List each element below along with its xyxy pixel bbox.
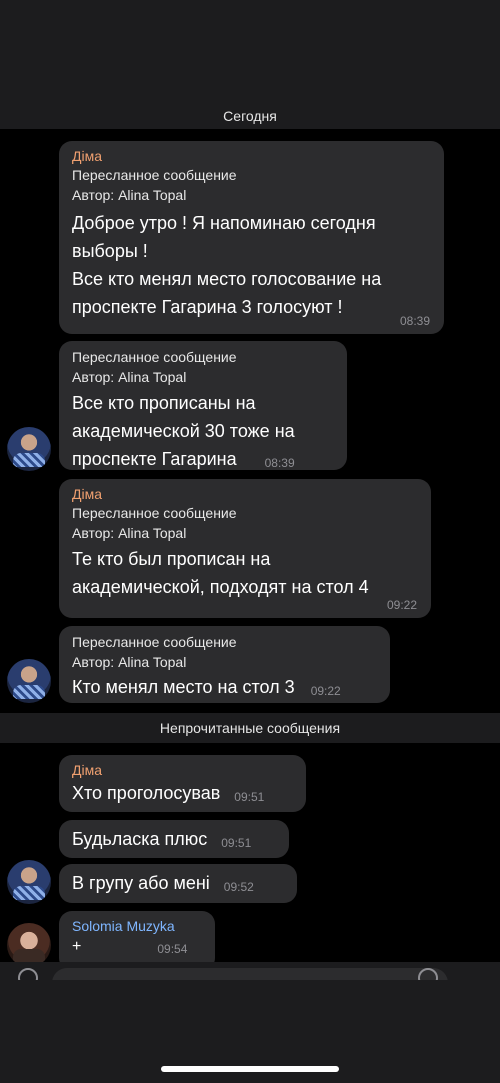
sender-name[interactable]: Діма bbox=[72, 761, 294, 779]
message-bubble[interactable]: Діма Пересланное сообщение Автор: Alina … bbox=[59, 141, 444, 334]
forwarded-author[interactable]: Автор: Alina Topal bbox=[72, 523, 419, 543]
message-time: 09:54 bbox=[157, 942, 188, 956]
message-text-line: выборы ! bbox=[72, 241, 148, 261]
message-time: 09:51 bbox=[234, 790, 265, 804]
message-input[interactable] bbox=[52, 968, 448, 980]
message-text-line: Будьласка плюс 09:51 bbox=[72, 825, 277, 857]
composer-bar bbox=[0, 962, 500, 980]
sender-name[interactable]: Діма bbox=[72, 485, 419, 503]
message-bubble[interactable]: Будьласка плюс 09:51 bbox=[59, 820, 289, 858]
unread-divider-label: Непрочитанные сообщения bbox=[159, 720, 341, 736]
message-time: 09:52 bbox=[223, 880, 254, 894]
message-bubble[interactable]: Діма Хто проголосував 09:51 bbox=[59, 755, 306, 812]
forwarded-label: Пересланное сообщение bbox=[72, 349, 237, 365]
forwarded-author[interactable]: Автор: Alina Topal bbox=[72, 652, 378, 672]
message-text: В групу або мені bbox=[72, 873, 210, 893]
message-text-line: проспекте Гагарина 08:39 bbox=[72, 445, 335, 477]
message-text-line: В групу або мені 09:52 bbox=[72, 869, 285, 901]
avatar[interactable] bbox=[7, 923, 51, 967]
forwarded-label: Пересланное сообщение bbox=[72, 505, 237, 521]
home-indicator[interactable] bbox=[161, 1066, 339, 1072]
message-text-line: Те кто был прописан на bbox=[72, 549, 271, 569]
unread-divider: Непрочитанные сообщения bbox=[0, 713, 500, 743]
date-divider-label: Сегодня bbox=[223, 108, 277, 124]
message-text-line: проспекте Гагарина 3 голосуют ! bbox=[72, 297, 343, 317]
attach-icon[interactable] bbox=[18, 968, 38, 980]
avatar[interactable] bbox=[7, 659, 51, 703]
message-time: 08:39 bbox=[264, 456, 295, 470]
date-divider: Сегодня bbox=[0, 103, 500, 129]
message-text: Хто проголосував bbox=[72, 783, 221, 803]
forwarded-author[interactable]: Автор: Alina Topal bbox=[72, 185, 432, 205]
message-bubble[interactable]: Діма Пересланное сообщение Автор: Alina … bbox=[59, 479, 431, 618]
message-time: 09:51 bbox=[221, 836, 252, 850]
message-time: 09:22 bbox=[310, 684, 341, 698]
message-text-line: Кто менял место на стол 3 09:22 bbox=[72, 673, 378, 705]
avatar[interactable] bbox=[7, 860, 51, 904]
message-text-line: Все кто менял место голосование на bbox=[72, 269, 382, 289]
message-text-line: Все кто прописаны на bbox=[72, 393, 256, 413]
message-text-line: академической, подходят на стол 4 bbox=[72, 577, 369, 597]
message-text: проспекте Гагарина bbox=[72, 449, 237, 469]
message-text-line: +09:54 bbox=[72, 935, 203, 961]
forwarded-label: Пересланное сообщение bbox=[72, 167, 237, 183]
top-bar bbox=[0, 0, 500, 103]
message-text-line: Хто проголосував 09:51 bbox=[72, 779, 294, 811]
message-text: + bbox=[72, 938, 82, 955]
sender-name[interactable]: Solomia Muzyka bbox=[72, 917, 203, 935]
message-bubble[interactable]: Пересланное сообщение Автор: Alina Topal… bbox=[59, 341, 347, 470]
message-time: 08:39 bbox=[399, 314, 430, 328]
forwarded-author[interactable]: Автор: Alina Topal bbox=[72, 367, 335, 387]
forwarded-label: Пересланное сообщение bbox=[72, 634, 237, 650]
message-text-line: Доброе утро ! Я напоминаю сегодня bbox=[72, 213, 376, 233]
sender-name[interactable]: Діма bbox=[72, 147, 432, 165]
message-time: 09:22 bbox=[386, 598, 417, 612]
message-text: Будьласка плюс bbox=[72, 829, 208, 849]
message-bubble[interactable]: Пересланное сообщение Автор: Alina Topal… bbox=[59, 626, 390, 703]
message-text: Кто менял место на стол 3 bbox=[72, 677, 295, 697]
message-text-line: академической 30 тоже на bbox=[72, 421, 295, 441]
message-bubble[interactable]: В групу або мені 09:52 bbox=[59, 864, 297, 903]
avatar[interactable] bbox=[7, 427, 51, 471]
